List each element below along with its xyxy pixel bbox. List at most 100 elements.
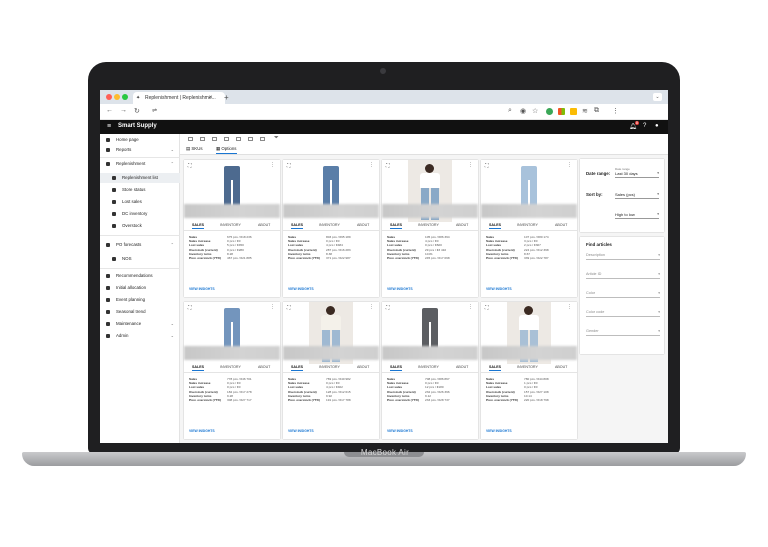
tab-inventory[interactable]: INVENTORY (220, 365, 241, 369)
more-options-icon[interactable]: ⋮ (369, 304, 374, 310)
expand-icon[interactable]: ⛶ (386, 163, 390, 169)
tab-inventory[interactable]: INVENTORY (220, 223, 241, 227)
sort-order-select[interactable]: High to low ▾ (615, 212, 659, 219)
product-card[interactable]: ⛶ ⋮ SALES INVENTORY ABOUT Sales 708 pcs / €86 … (382, 302, 478, 439)
help-icon[interactable]: ? (643, 123, 646, 129)
table-view-icon[interactable] (224, 137, 229, 141)
article-id-field[interactable]: Article ID ▾ (586, 269, 660, 279)
extension-windows-icon[interactable] (558, 108, 565, 115)
view-insights-link[interactable]: VIEW INSIGHTS (387, 429, 413, 433)
more-options-icon[interactable]: ⋮ (270, 304, 275, 310)
forward-icon[interactable]: → (120, 107, 127, 114)
expand-icon[interactable]: ⛶ (287, 163, 291, 169)
tab-sales[interactable]: SALES (291, 223, 303, 229)
back-icon[interactable]: ← (106, 107, 113, 114)
product-card[interactable]: ⛶ ⋮ SALES INVENTORY ABOUT Sales 107 pcs / €80 … (481, 160, 577, 297)
sidebar-item-store-status[interactable]: Store status (100, 185, 180, 195)
tab-about[interactable]: ABOUT (258, 365, 270, 369)
tab-about[interactable]: ABOUT (357, 223, 369, 227)
menu-icon[interactable]: ≡ (107, 123, 111, 130)
browser-menu-icon[interactable]: ⋮ (612, 107, 619, 115)
tab-sales[interactable]: SALES (390, 223, 402, 229)
tab-sales[interactable]: SALES (390, 365, 402, 371)
tab-about[interactable]: ABOUT (456, 223, 468, 227)
tab-about[interactable]: ABOUT (357, 365, 369, 369)
expand-icon[interactable]: ⛶ (287, 305, 291, 311)
sidebar-item-replenishment[interactable]: Replenishment ⌃ (100, 159, 180, 169)
tab-about[interactable]: ABOUT (456, 365, 468, 369)
sidebar-item-seasonal-trend[interactable]: Seasonal trend (100, 307, 180, 317)
tab-inventory[interactable]: INVENTORY (517, 365, 538, 369)
sidebar-item-po-forecasts[interactable]: PO forecasts ⌃ (100, 240, 180, 250)
sidebar-item-dc-inventory[interactable]: DC inventory (100, 209, 180, 219)
eye-off-icon[interactable]: ◉ (520, 107, 526, 115)
tab-inventory[interactable]: INVENTORY (517, 223, 538, 227)
view-insights-link[interactable]: VIEW INSIGHTS (189, 429, 215, 433)
date-range-select[interactable]: Date range Last 30 days ▾ (615, 167, 659, 178)
tab-about[interactable]: ABOUT (258, 223, 270, 227)
expand-icon[interactable]: ⛶ (386, 305, 390, 311)
maximize-window-icon[interactable] (122, 94, 128, 100)
expand-icon[interactable]: ⛶ (485, 163, 489, 169)
account-icon[interactable]: ● (655, 123, 659, 129)
filter-icon[interactable]: ⏷ (274, 135, 279, 142)
expand-icon[interactable]: ⛶ (188, 305, 192, 311)
product-card[interactable]: ⛶ ⋮ SALES INVENTORY ABOUT Sales 780 pcs / €44 … (481, 302, 577, 439)
extensions-puzzle-icon[interactable]: ⧉ (594, 107, 599, 115)
more-options-icon[interactable]: ⋮ (567, 304, 572, 310)
more-options-icon[interactable]: ⋮ (270, 162, 275, 168)
tab-options[interactable]: ▦ Options (216, 146, 237, 154)
product-card[interactable]: ⛶ ⋮ SALES INVENTORY ABOUT Sales 778 pcs / €46 … (184, 302, 280, 439)
sidebar-item-reports[interactable]: Reports ⌄ (100, 145, 180, 155)
view-insights-link[interactable]: VIEW INSIGHTS (189, 287, 215, 291)
product-card[interactable]: ⛶ ⋮ SALES INVENTORY ABOUT Sales 105 pcs / €86 … (382, 160, 478, 297)
tab-sales[interactable]: SALES (192, 223, 204, 229)
more-options-icon[interactable]: ⋮ (369, 162, 374, 168)
sidebar-item-maintenance[interactable]: Maintenance ⌄ (100, 319, 180, 329)
extension-yellow-icon[interactable] (570, 108, 577, 115)
settings-icon[interactable] (260, 137, 265, 141)
zoom-icon[interactable]: ⌕ (508, 107, 512, 115)
product-card[interactable]: ⛶ ⋮ SALES INVENTORY ABOUT Sales 769 pcs / €40 … (283, 302, 379, 439)
select-all-icon[interactable] (188, 137, 193, 141)
tab-inventory[interactable]: INVENTORY (319, 365, 340, 369)
expand-icon[interactable]: ⛶ (188, 163, 192, 169)
tab-search-icon[interactable]: ⌄ (653, 93, 662, 101)
tab-inventory[interactable]: INVENTORY (418, 223, 439, 227)
extension-green-icon[interactable] (546, 108, 553, 115)
sidebar-item-initial-allocation[interactable]: Initial allocation (100, 283, 180, 293)
view-insights-link[interactable]: VIEW INSIGHTS (288, 287, 314, 291)
sidebar-item-event-planning[interactable]: Event planning (100, 295, 180, 305)
tab-inventory[interactable]: INVENTORY (319, 223, 340, 227)
color-code-field[interactable]: Color code ▾ (586, 307, 660, 317)
view-insights-link[interactable]: VIEW INSIGHTS (387, 287, 413, 291)
columns-icon[interactable] (236, 137, 241, 141)
grid-view-icon[interactable] (200, 137, 205, 141)
bookmark-star-icon[interactable]: ☆ (532, 107, 538, 115)
sidebar-item-lost-sales[interactable]: Lost sales (100, 197, 180, 207)
sidebar-item-admin[interactable]: Admin ⌄ (100, 331, 180, 341)
gender-field[interactable]: Gender ▾ (586, 326, 660, 336)
sidebar-item-home[interactable]: Home page (100, 135, 180, 145)
view-insights-link[interactable]: VIEW INSIGHTS (486, 287, 512, 291)
sidebar-item-overstock[interactable]: Overstock (100, 221, 180, 231)
extension-menu-icon[interactable]: ≋ (582, 107, 588, 115)
expand-icon[interactable]: ⛶ (485, 305, 489, 311)
color-field[interactable]: Color ▾ (586, 288, 660, 298)
export-icon[interactable] (248, 137, 253, 141)
tab-close-icon[interactable]: × (209, 92, 213, 104)
tab-inventory[interactable]: INVENTORY (418, 365, 439, 369)
product-card[interactable]: ⛶ ⋮ SALES INVENTORY ABOUT Sales 675 pcs / €18 … (184, 160, 280, 297)
sidebar-item-nos[interactable]: NOS (100, 254, 180, 264)
tab-about[interactable]: ABOUT (555, 365, 567, 369)
tab-skus[interactable]: ▤ SKUs (186, 146, 203, 152)
more-options-icon[interactable]: ⋮ (567, 162, 572, 168)
close-window-icon[interactable] (106, 94, 112, 100)
tab-about[interactable]: ABOUT (555, 223, 567, 227)
tab-sales[interactable]: SALES (489, 223, 501, 229)
sidebar-item-replenishment-list[interactable]: Replenishment list (100, 173, 180, 183)
list-view-icon[interactable] (212, 137, 217, 141)
view-insights-link[interactable]: VIEW INSIGHTS (288, 429, 314, 433)
view-insights-link[interactable]: VIEW INSIGHTS (486, 429, 512, 433)
new-tab-button[interactable]: + (224, 92, 229, 104)
